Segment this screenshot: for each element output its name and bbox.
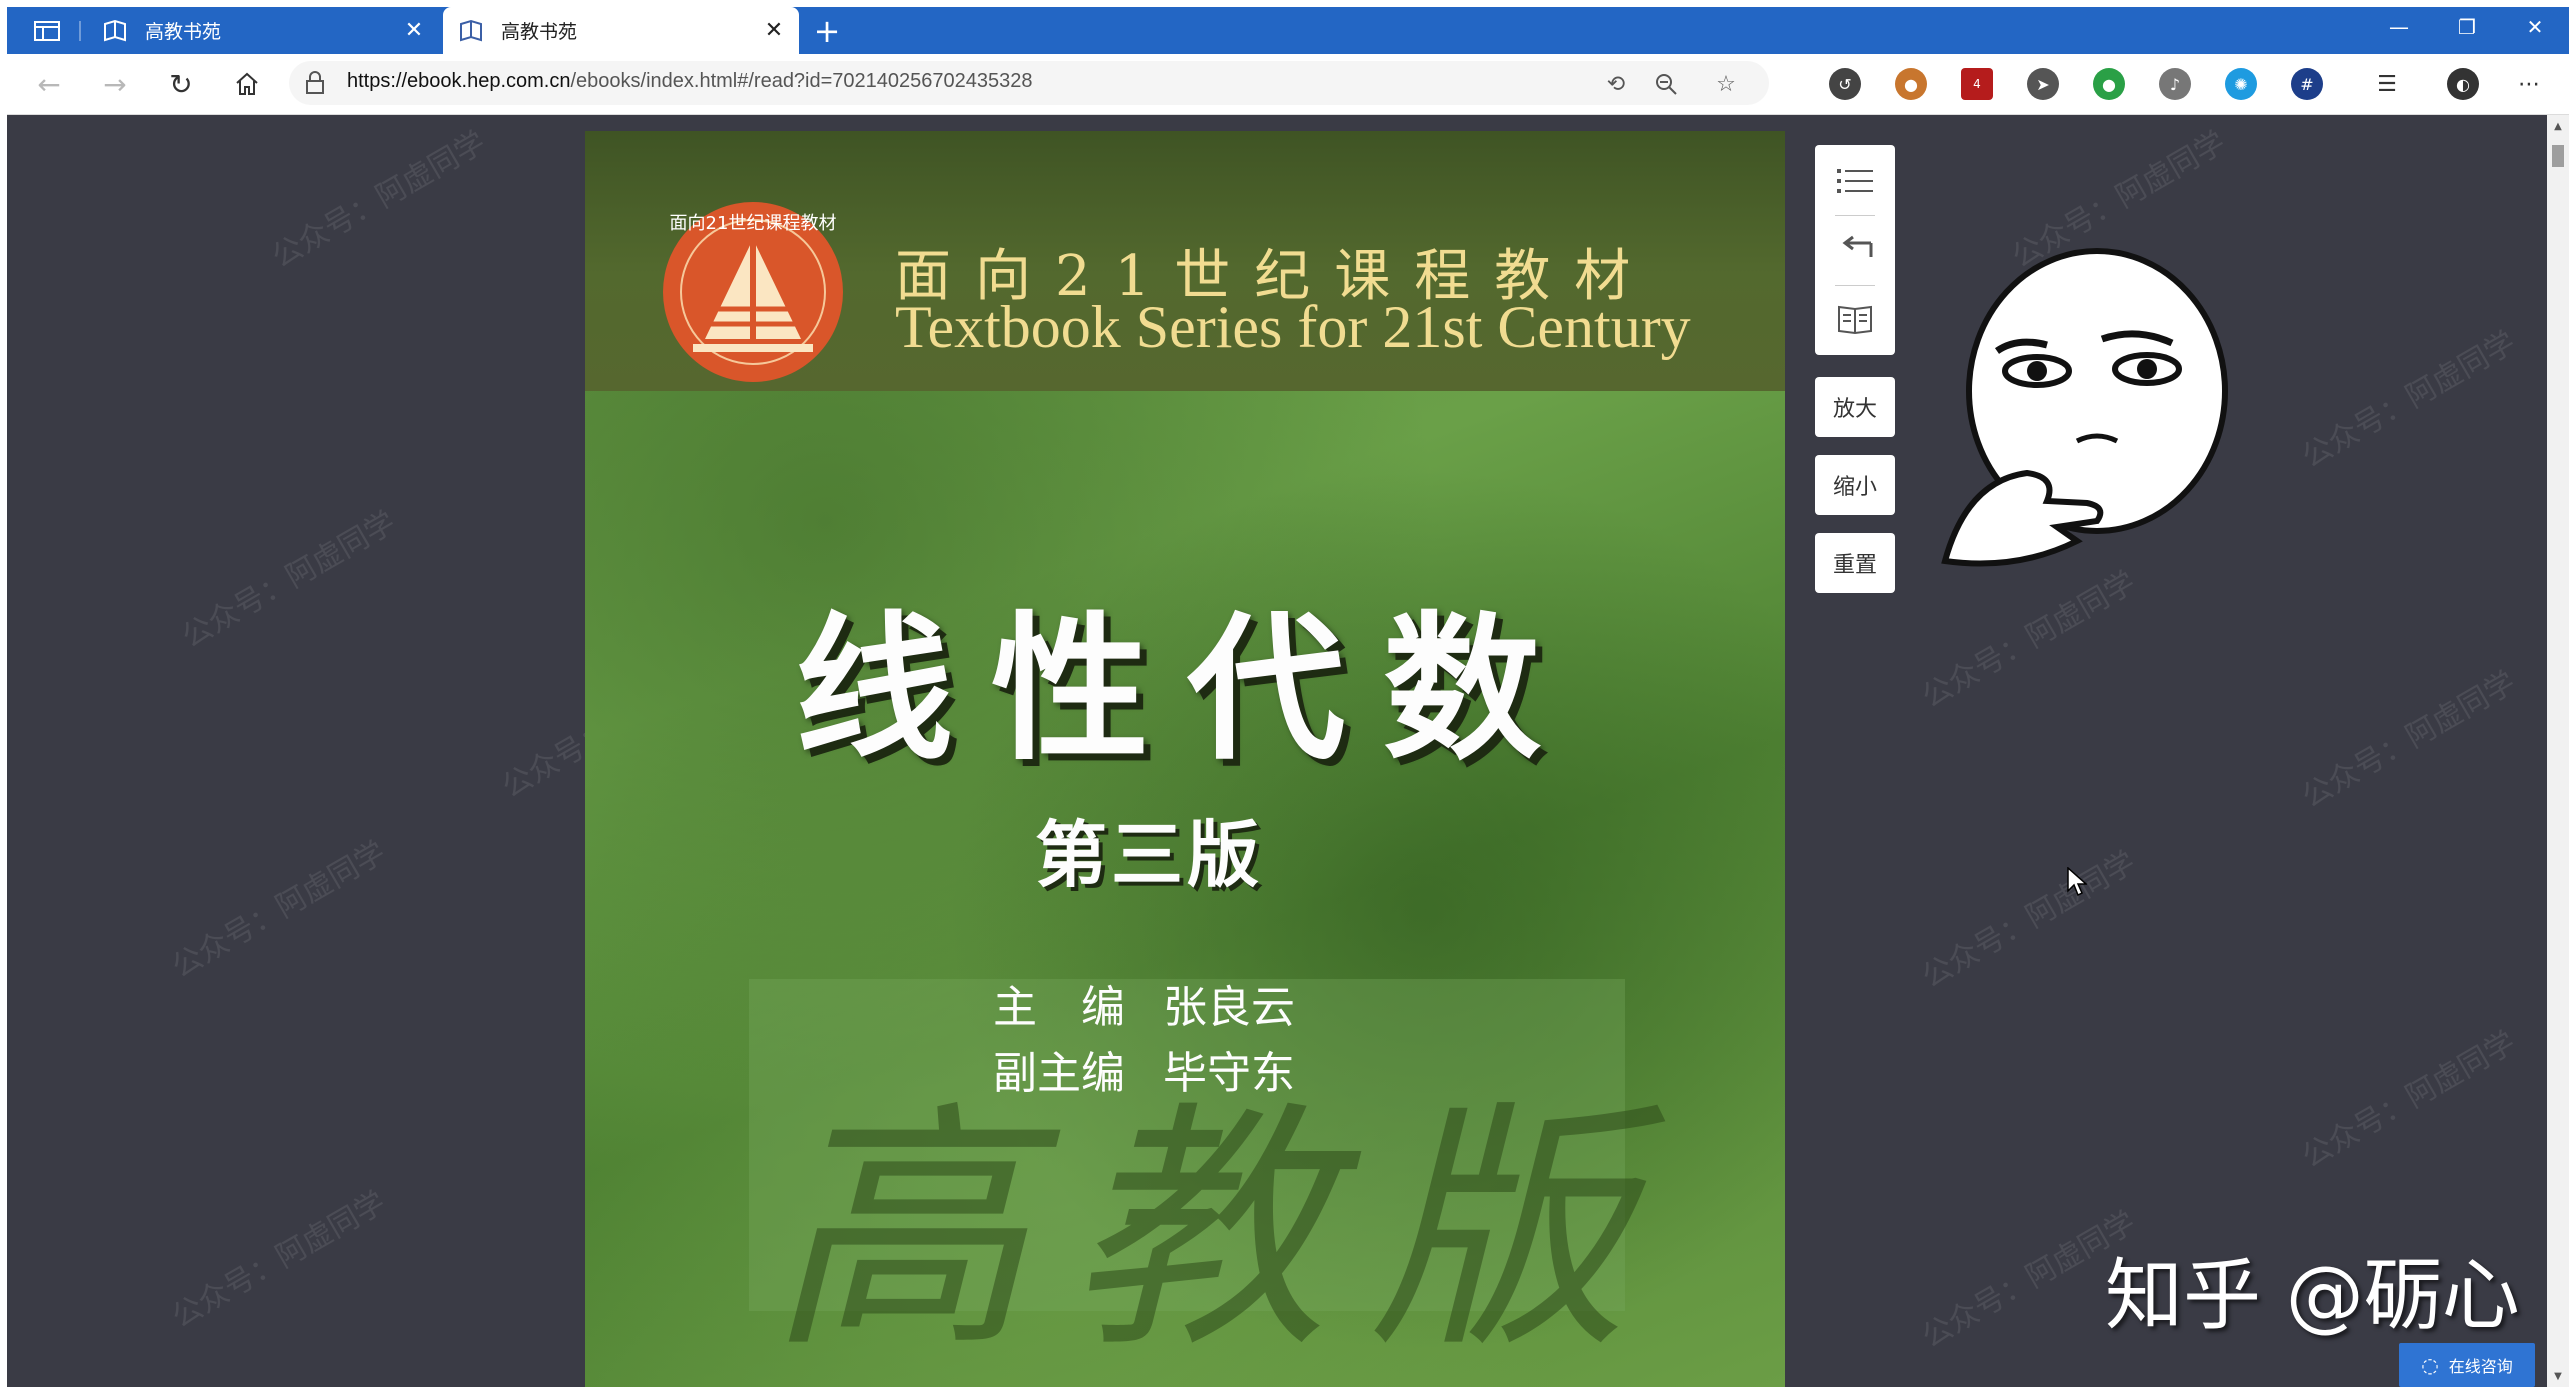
tab-inactive[interactable]: 高教书苑 ✕	[87, 7, 439, 54]
tab-separator	[79, 21, 81, 41]
watermark-text: 公众号：阿虚同学	[266, 124, 492, 276]
tab-title: 高教书苑	[501, 21, 578, 43]
close-window-button[interactable]: ✕	[2501, 7, 2569, 47]
tool-divider	[1835, 215, 1875, 216]
tab-title: 高教书苑	[145, 21, 222, 43]
tampermonkey-icon[interactable]: ●	[1895, 68, 1927, 100]
refresh-button[interactable]: ↻	[159, 64, 203, 104]
zoom-in-button[interactable]: 放大	[1815, 377, 1895, 437]
home-icon	[236, 72, 258, 95]
back-arrow-icon[interactable]	[1831, 225, 1879, 273]
speaker-icon[interactable]: ♪	[2159, 68, 2191, 100]
hashtag-icon[interactable]: #	[2291, 68, 2323, 100]
url-text[interactable]: https://ebook.hep.com.cn/ebooks/index.ht…	[347, 70, 1033, 93]
minimize-button[interactable]: —	[2365, 7, 2433, 47]
new-tab-button[interactable]: +	[807, 15, 847, 47]
extension-icon[interactable]: ↺	[1829, 68, 1861, 100]
book-title: 线性代数	[795, 598, 1579, 782]
book-edition: 第三版	[1035, 813, 1264, 897]
tab-actions-button[interactable]	[19, 15, 75, 47]
tab-close-icon[interactable]: ✕	[759, 16, 789, 46]
send-icon[interactable]: ➤	[2027, 68, 2059, 100]
deputy-editor-credit: 副主编 毕守东	[993, 1037, 1295, 1101]
scroll-down-icon[interactable]: ▼	[2547, 1367, 2569, 1385]
browser-toolbar: ← → ↻ https://ebook.hep.com.cn/ebooks/in…	[7, 54, 2569, 115]
series-title-en: Textbook Series for 21st Century	[895, 294, 1691, 360]
editor-credit: 主 编张良云	[993, 971, 1295, 1035]
translate-icon[interactable]: ⟲	[1601, 69, 1631, 99]
tab-active[interactable]: 高教书苑 ✕	[443, 7, 799, 54]
series-logo-emblem: 面向21世纪课程教材	[663, 202, 843, 382]
address-bar[interactable]: https://ebook.hep.com.cn/ebooks/index.ht…	[289, 61, 1769, 105]
scroll-up-icon[interactable]: ▲	[2547, 117, 2569, 135]
tab-bar: 高教书苑 ✕ 高教书苑 ✕ + — ❐ ✕	[7, 7, 2569, 54]
online-consult-button[interactable]: ◌ 在线咨询	[2399, 1343, 2535, 1387]
mouse-cursor-icon	[2067, 867, 2087, 897]
open-book-icon[interactable]	[1831, 295, 1879, 343]
deputy-role: 副主编	[993, 1048, 1125, 1099]
back-button[interactable]: ←	[27, 64, 71, 104]
book-favicon-icon	[101, 17, 129, 45]
home-button[interactable]	[225, 64, 269, 104]
zoom-out-icon[interactable]	[1651, 69, 1681, 99]
reader-tool-group	[1815, 145, 1895, 355]
scroll-thumb[interactable]	[2552, 145, 2564, 167]
editor-name: 张良云	[1163, 982, 1295, 1033]
watermark-text: 公众号：阿虚同学	[1916, 844, 2142, 996]
favorite-star-icon[interactable]: ☆	[1711, 69, 1741, 99]
forward-arrow-icon: →	[103, 67, 127, 101]
book-cover-page: 面向21世纪课程教材 面向21世纪课程教材 Textbook Series fo…	[585, 131, 1785, 1387]
reset-button[interactable]: 重置	[1815, 533, 1895, 593]
watermark-text: 公众号：阿虚同学	[1916, 564, 2142, 716]
tab-actions-icon	[34, 21, 60, 41]
chat-bubble-icon: ◌	[2421, 1353, 2439, 1377]
deputy-name: 毕守东	[1163, 1048, 1295, 1099]
tab-close-icon[interactable]: ✕	[399, 16, 429, 46]
watermark-text: 公众号：阿虚同学	[176, 504, 402, 656]
watermark-text: 公众号：阿虚同学	[2296, 664, 2522, 816]
refresh-icon: ↻	[169, 67, 193, 101]
zoom-out-button[interactable]: 缩小	[1815, 455, 1895, 515]
evernote-icon[interactable]: ●	[2093, 68, 2125, 100]
ublock-icon[interactable]: 4	[1961, 68, 1993, 100]
browser-window: 高教书苑 ✕ 高教书苑 ✕ + — ❐ ✕ ← → ↻ https://eboo…	[7, 7, 2569, 1387]
extension-badge: 4	[1973, 77, 1981, 91]
thinking-face-sticker	[1941, 248, 2228, 567]
favorites-list-icon[interactable]: ☰	[2371, 68, 2403, 100]
consult-label: 在线咨询	[2448, 1357, 2513, 1376]
more-menu-icon[interactable]: ⋯	[2513, 68, 2545, 100]
url-path: /ebooks/index.html#/read?id=702140256702…	[570, 70, 1033, 92]
editor-role: 主 编	[993, 982, 1125, 1033]
aperture-icon[interactable]: ✺	[2225, 68, 2257, 100]
forward-button[interactable]: →	[93, 64, 137, 104]
watermark-text: 公众号：阿虚同学	[166, 834, 392, 986]
tool-divider	[1835, 285, 1875, 286]
zhihu-signature: 知乎 @砺心	[2105, 1251, 2520, 1341]
lock-icon	[306, 71, 324, 94]
watermark-text: 公众号：阿虚同学	[2296, 1024, 2522, 1176]
vertical-scrollbar[interactable]: ▲ ▼	[2547, 115, 2569, 1387]
reader-viewport: 公众号：阿虚同学 公众号：阿虚同学 公众号：阿虚同学 公众号：阿虚同学 公众号：…	[7, 115, 2569, 1387]
watermark-text: 公众号：阿虚同学	[166, 1184, 392, 1336]
watermark-text: 公众号：阿虚同学	[2296, 324, 2522, 476]
book-favicon-icon	[457, 17, 485, 45]
url-host: https://ebook.hep.com.cn	[347, 70, 571, 92]
logo-text: 面向21世纪课程教材	[670, 213, 837, 234]
back-arrow-icon: ←	[37, 67, 61, 101]
restore-button[interactable]: ❐	[2433, 7, 2501, 47]
list-icon[interactable]	[1831, 157, 1879, 205]
avatar[interactable]: ◐	[2447, 68, 2479, 100]
